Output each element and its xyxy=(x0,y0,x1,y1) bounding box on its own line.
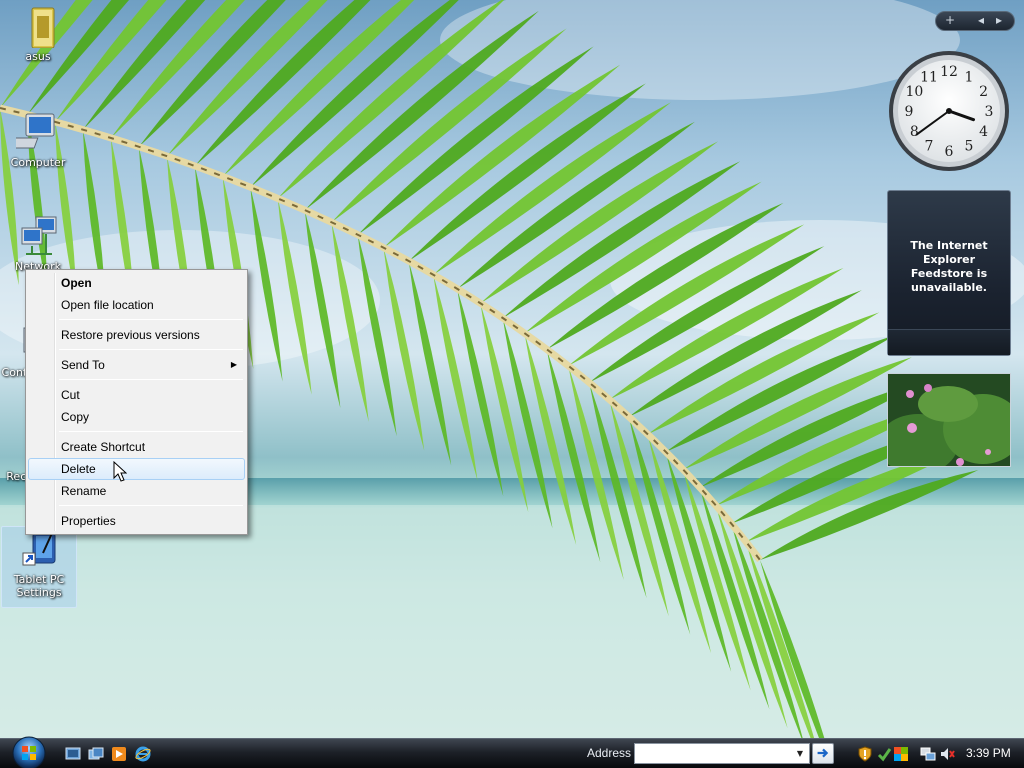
palm-leaflet xyxy=(357,234,397,437)
network-icon xyxy=(16,214,60,258)
palm-leaflet xyxy=(55,0,167,122)
clock-numeral: 7 xyxy=(925,139,934,155)
clock-numeral: 11 xyxy=(920,69,938,85)
menu-item-restore-previous-versions[interactable]: Restore previous versions xyxy=(28,324,245,346)
address-bar[interactable]: ▼ xyxy=(634,743,810,764)
palm-leaflet xyxy=(457,288,504,497)
clock-numeral: 9 xyxy=(905,104,914,120)
menu-item-copy[interactable]: Copy xyxy=(28,406,245,428)
address-dropdown-icon[interactable]: ▼ xyxy=(792,745,808,762)
slide-show-gadget[interactable] xyxy=(887,373,1011,467)
menu-item-create-shortcut[interactable]: Create Shortcut xyxy=(28,436,245,458)
add-gadget-button[interactable]: + xyxy=(945,13,955,27)
address-input[interactable] xyxy=(637,745,793,762)
flower-photo xyxy=(888,374,1010,466)
desktop-icon-label: Tablet PC Settings xyxy=(13,573,65,599)
volume-muted-icon[interactable] xyxy=(939,746,955,762)
submenu-arrow-icon: ▶ xyxy=(230,360,237,369)
clock-numeral: 12 xyxy=(940,64,958,80)
clock-gadget[interactable]: 12 12 3 45678 9 1011 xyxy=(887,49,1011,173)
clock-numeral: 3 xyxy=(985,104,994,120)
start-button[interactable] xyxy=(9,735,49,768)
sidebar-controls: + ◂ ▸ xyxy=(935,11,1015,31)
menu-item-cut[interactable]: Cut xyxy=(28,384,245,406)
next-gadgets-button[interactable]: ▸ xyxy=(996,13,1002,27)
desktop-icon-tablet-pc-settings[interactable]: Tablet PC Settings xyxy=(1,526,77,608)
show-desktop-icon[interactable] xyxy=(65,746,81,762)
palm-leaflet xyxy=(433,274,478,481)
taskbar: Address ▼ 3:39 PM xyxy=(0,735,1024,768)
address-toolbar-label: Address xyxy=(587,746,632,760)
previous-gadgets-button[interactable]: ◂ xyxy=(978,13,984,27)
clock-numeral: 2 xyxy=(979,84,988,100)
clock-numeral: 6 xyxy=(945,144,954,160)
menu-separator xyxy=(59,505,243,506)
clock-numeral: 5 xyxy=(965,139,974,155)
windows-update-icon[interactable] xyxy=(893,746,909,762)
media-player-icon[interactable] xyxy=(111,746,127,762)
menu-item-send-to[interactable]: Send To ▶ xyxy=(28,354,245,376)
desktop-icon-computer[interactable]: Computer xyxy=(0,110,76,169)
clock-numeral: 10 xyxy=(905,84,923,100)
desktop-icon-network[interactable]: Network xyxy=(0,214,76,273)
menu-item-delete[interactable]: Delete xyxy=(28,458,245,480)
menu-item-open[interactable]: Open xyxy=(28,272,245,294)
palm-leaflet xyxy=(408,261,452,466)
clock-numeral: 4 xyxy=(979,124,988,140)
mouse-cursor-icon xyxy=(113,461,127,482)
computer-icon xyxy=(5,110,60,154)
menu-separator xyxy=(59,349,243,350)
clock-numeral: 1 xyxy=(965,69,974,85)
folder-icon xyxy=(16,4,60,49)
feed-unavailable-message: The Internet Explorer Feedstore is unava… xyxy=(910,239,988,294)
palm-leaflet xyxy=(383,247,425,451)
windows-defender-icon[interactable] xyxy=(876,746,892,762)
feed-gadget-footer xyxy=(888,329,1010,355)
security-shield-icon[interactable] xyxy=(857,746,873,762)
context-menu: Open Open file location Restore previous… xyxy=(25,269,248,535)
menu-item-rename[interactable]: Rename xyxy=(28,480,245,502)
desktop-icon-label: asus xyxy=(25,50,51,63)
go-arrow-icon[interactable] xyxy=(812,743,834,764)
menu-separator xyxy=(59,319,243,320)
palm-leaflet xyxy=(82,0,206,130)
menu-separator xyxy=(59,379,243,380)
clock-numeral: 8 xyxy=(910,124,919,140)
menu-separator xyxy=(59,431,243,432)
desktop-icon-asus[interactable]: asus xyxy=(0,4,76,63)
network-status-icon[interactable] xyxy=(920,746,936,762)
menu-item-label: Send To xyxy=(61,358,105,372)
internet-explorer-icon[interactable] xyxy=(135,746,151,762)
taskbar-clock[interactable]: 3:39 PM xyxy=(966,746,1011,760)
clock-center-pin xyxy=(946,108,952,114)
menu-item-open-file-location[interactable]: Open file location xyxy=(28,294,245,316)
switch-windows-icon[interactable] xyxy=(88,746,104,762)
desktop-icon-label: Computer xyxy=(10,156,66,169)
feed-headlines-gadget[interactable]: The Internet Explorer Feedstore is unava… xyxy=(887,190,1011,356)
menu-item-properties[interactable]: Properties xyxy=(28,510,245,532)
